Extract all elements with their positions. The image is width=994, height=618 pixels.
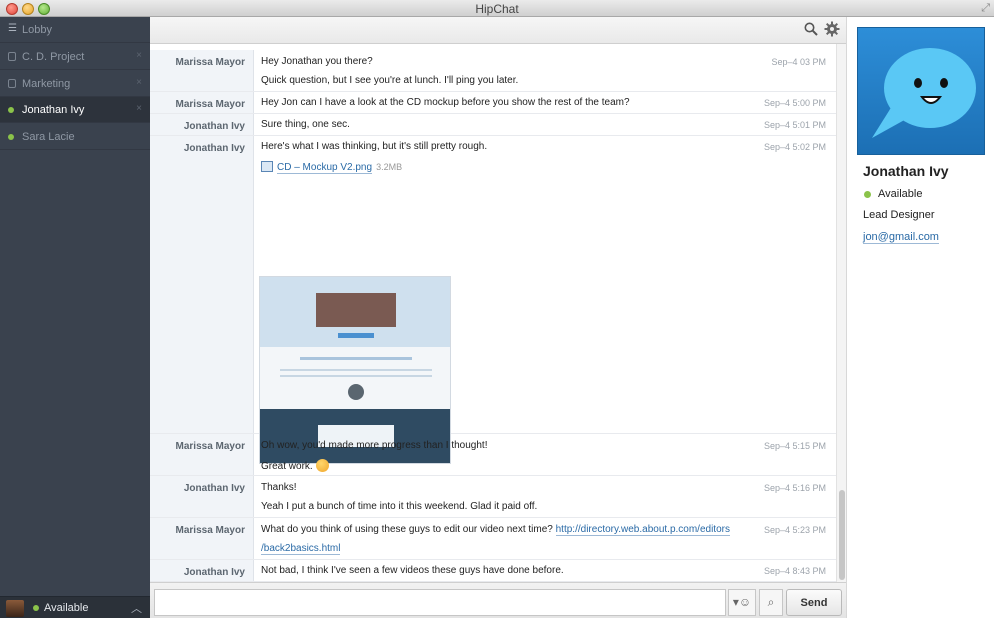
message-text: Hey Jonathan you there? bbox=[261, 56, 373, 67]
image-file-icon bbox=[261, 161, 273, 172]
avatar bbox=[6, 600, 24, 617]
close-room-icon[interactable]: × bbox=[136, 77, 142, 88]
message-text: Here's what I was thinking, but it's sti… bbox=[261, 141, 488, 152]
message-link[interactable]: http://directory.web.about.p.com/editors bbox=[555, 524, 730, 536]
message-text: Oh wow, you'd made more progress than I … bbox=[261, 440, 488, 451]
message-sender: Jonathan Ivy bbox=[150, 114, 254, 135]
profile-email-link[interactable]: jon@gmail.com bbox=[863, 231, 939, 244]
message-input[interactable] bbox=[154, 589, 726, 616]
message-time: Sep–4 5:01 PM bbox=[763, 120, 826, 130]
chat-toolbar bbox=[150, 17, 846, 44]
message-link[interactable]: /back2basics.html bbox=[261, 543, 341, 555]
message-text: Quick question, but I see you're at lunc… bbox=[261, 75, 519, 86]
message-list[interactable]: Marissa Mayor Hey Jonathan you there? Qu… bbox=[150, 44, 836, 582]
message-text: /back2basics.html bbox=[261, 543, 341, 555]
message-item: Marissa Mayor Hey Jon can I have a look … bbox=[150, 92, 836, 114]
sidebar-item-label: Sara Lacie bbox=[22, 131, 75, 143]
message-time: Sep–4 03 PM bbox=[771, 57, 826, 67]
sidebar-item-label: C. D. Project bbox=[22, 51, 85, 63]
sidebar-item-sara-lacie[interactable]: Sara Lacie bbox=[0, 124, 150, 150]
sidebar-item-marketing[interactable]: Marketing × bbox=[0, 71, 150, 97]
sidebar-item-label: Jonathan Ivy bbox=[22, 104, 85, 116]
status-dot-icon bbox=[864, 191, 871, 198]
send-button[interactable]: Send bbox=[786, 589, 842, 616]
message-text: Hey Jon can I have a look at the CD mock… bbox=[261, 97, 630, 108]
message-text: What do you think of using these guys to… bbox=[261, 524, 730, 536]
message-text: Not bad, I think I've seen a few videos … bbox=[261, 565, 564, 576]
attach-button[interactable]: ⌕ bbox=[759, 589, 783, 616]
close-room-icon[interactable]: × bbox=[136, 103, 142, 114]
emoji-button[interactable]: ▾☺ bbox=[728, 589, 756, 616]
message-item: Jonathan Ivy Here's what I was thinking,… bbox=[150, 136, 836, 464]
lock-icon bbox=[8, 52, 16, 61]
file-attachment[interactable]: CD – Mockup V2.png 3.2MB bbox=[261, 161, 403, 174]
message-sender: Jonathan Ivy bbox=[150, 560, 254, 581]
message-item: Marissa Mayor Hey Jonathan you there? Qu… bbox=[150, 50, 836, 92]
close-room-icon[interactable]: × bbox=[136, 50, 142, 61]
profile-title: Lead Designer bbox=[863, 209, 935, 221]
status-dot-icon bbox=[33, 605, 39, 611]
paperclip-icon: ⌕ bbox=[767, 595, 775, 609]
chevron-up-icon[interactable]: ︿ bbox=[131, 600, 142, 616]
profile-panel: Jonathan Ivy Available Lead Designer jon… bbox=[846, 17, 994, 618]
message-time: Sep–4 5:16 PM bbox=[763, 483, 826, 493]
message-time: Sep–4 5:02 PM bbox=[763, 142, 826, 152]
message-sender: Marissa Mayor bbox=[150, 92, 254, 113]
message-sender: Jonathan Ivy bbox=[150, 476, 254, 517]
profile-status: Available bbox=[878, 188, 923, 200]
profile-avatar bbox=[857, 27, 985, 155]
message-time: Sep–4 5:15 PM bbox=[763, 441, 826, 451]
smile-emoji-icon bbox=[315, 459, 329, 472]
smile-icon: ▾☺ bbox=[732, 595, 752, 609]
message-text: Thanks! bbox=[261, 482, 297, 493]
status-dot-icon bbox=[8, 107, 14, 113]
message-time: Sep–4 5:00 PM bbox=[763, 98, 826, 108]
message-item: Jonathan Ivy Sure thing, one sec. Sep–4 … bbox=[150, 114, 836, 136]
message-text: Sure thing, one sec. bbox=[261, 119, 350, 130]
message-time: Sep–4 5:23 PM bbox=[763, 525, 826, 535]
presence-selector[interactable]: Available ︿ bbox=[0, 596, 150, 618]
message-text: Yeah I put a bunch of time into it this … bbox=[261, 501, 538, 512]
composer: ▾☺ ⌕ Send bbox=[150, 582, 846, 618]
presence-label: Available bbox=[44, 602, 89, 614]
profile-name: Jonathan Ivy bbox=[863, 163, 949, 179]
search-icon[interactable] bbox=[804, 22, 818, 36]
message-item: Marissa Mayor Oh wow, you'd made more pr… bbox=[150, 434, 836, 476]
status-dot-icon bbox=[8, 134, 14, 140]
message-time: Sep–4 8:43 PM bbox=[763, 566, 826, 576]
file-size: 3.2MB bbox=[376, 162, 403, 172]
message-sender: Marissa Mayor bbox=[150, 434, 254, 475]
title-bar: HipChat ⤢ bbox=[0, 0, 994, 17]
message-item: Jonathan Ivy Thanks! Yeah I put a bunch … bbox=[150, 476, 836, 518]
sidebar-item-cd-project[interactable]: C. D. Project × bbox=[0, 44, 150, 70]
sidebar-item-lobby[interactable]: ☰ Lobby bbox=[0, 17, 150, 43]
sidebar-item-label: Lobby bbox=[22, 24, 52, 36]
message-text-part: What do you think of using these guys to… bbox=[261, 524, 553, 535]
file-link[interactable]: CD – Mockup V2.png bbox=[277, 162, 373, 174]
list-icon: ☰ bbox=[8, 23, 17, 34]
lock-icon bbox=[8, 79, 16, 88]
sidebar-item-jonathan-ivy[interactable]: Jonathan Ivy × bbox=[0, 97, 150, 123]
window-title: HipChat bbox=[475, 2, 519, 16]
message-sender: Jonathan Ivy bbox=[150, 136, 254, 433]
sidebar: ☰ Lobby C. D. Project × Marketing × Jona… bbox=[0, 17, 150, 618]
scrollbar-thumb[interactable] bbox=[839, 490, 845, 580]
gear-icon[interactable] bbox=[824, 21, 840, 37]
message-scrollbar[interactable] bbox=[836, 44, 846, 582]
message-text: Great work. bbox=[261, 459, 329, 472]
speech-bubble-icon bbox=[872, 48, 976, 138]
message-item: Marissa Mayor What do you think of using… bbox=[150, 518, 836, 560]
message-sender: Marissa Mayor bbox=[150, 50, 254, 91]
fullscreen-icon[interactable]: ⤢ bbox=[981, 2, 990, 15]
message-item: Jonathan Ivy Not bad, I think I've seen … bbox=[150, 560, 836, 582]
message-text-part: Great work. bbox=[261, 461, 313, 472]
sidebar-item-label: Marketing bbox=[22, 78, 71, 90]
message-sender: Marissa Mayor bbox=[150, 518, 254, 559]
